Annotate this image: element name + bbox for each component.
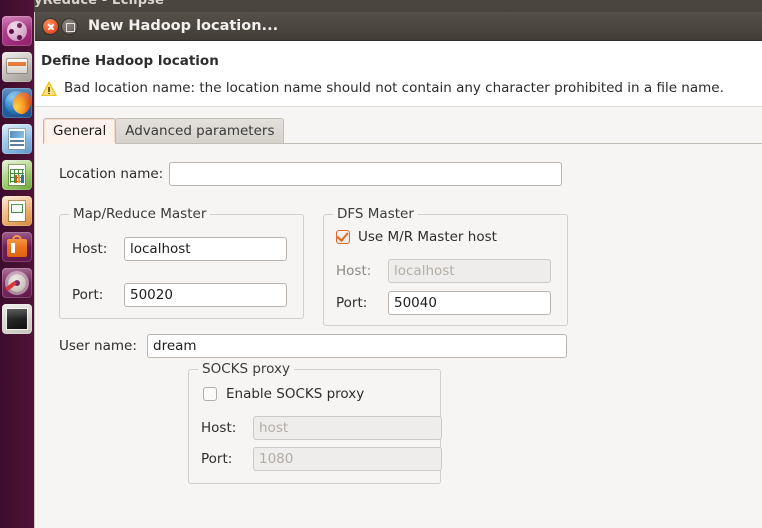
screen: yReduce - Eclipse New Hadoop location...… (0, 0, 762, 528)
page-title: Define Hadoop location (41, 53, 219, 69)
user-name-label: User name: (59, 338, 137, 354)
enable-socks-proxy-label: Enable SOCKS proxy (226, 386, 365, 402)
launcher-item-dash[interactable] (2, 16, 32, 46)
socks-host-input (253, 416, 442, 440)
user-name-row: User name: (59, 334, 567, 358)
eclipse-window-title: yReduce - Eclipse (34, 0, 164, 8)
dfs-port-input[interactable] (388, 291, 551, 315)
mr-port-label: Port: (72, 287, 104, 303)
validation-message-row: Bad location name: the location name sho… (41, 80, 762, 96)
socks-proxy-group: SOCKS proxy Enable SOCKS proxy Host: Por… (188, 361, 442, 484)
new-hadoop-location-dialog: New Hadoop location... Define Hadoop loc… (34, 12, 762, 528)
use-mr-master-host-checkbox[interactable] (336, 230, 350, 244)
user-name-input[interactable] (147, 334, 567, 358)
dialog-titlebar[interactable]: New Hadoop location... (35, 12, 762, 41)
mr-host-input[interactable] (124, 237, 287, 261)
location-name-label: Location name: (59, 166, 164, 182)
mr-port-row: Port: (72, 283, 287, 307)
launcher-item-impress[interactable] (2, 196, 32, 226)
use-mr-master-host-row[interactable]: Use M/R Master host (336, 229, 497, 245)
launcher-item-software[interactable] (2, 232, 32, 262)
launcher-item-settings[interactable] (2, 268, 32, 298)
dfs-host-input (388, 259, 551, 283)
launcher-item-firefox[interactable] (2, 88, 32, 118)
launcher-item-calc[interactable] (2, 160, 32, 190)
dfs-master-group: DFS Master Use M/R Master host Host: Por… (323, 206, 568, 326)
socks-host-row: Host: (201, 416, 442, 440)
tab-advanced-parameters[interactable]: Advanced parameters (115, 118, 285, 143)
eclipse-window-titlebar[interactable]: yReduce - Eclipse (0, 0, 762, 12)
dfs-host-label: Host: (336, 263, 372, 279)
location-name-row: Location name: (59, 162, 762, 186)
terminal-icon (6, 308, 28, 330)
unity-launcher[interactable] (0, 0, 34, 528)
mapreduce-master-group: Map/Reduce Master Host: Port: (59, 206, 304, 319)
socks-proxy-legend: SOCKS proxy (198, 361, 294, 377)
use-mr-master-host-label: Use M/R Master host (358, 229, 497, 245)
enable-socks-proxy-row[interactable]: Enable SOCKS proxy (203, 386, 365, 402)
dfs-host-row: Host: (336, 259, 551, 283)
socks-port-row: Port: (201, 447, 442, 471)
files-icon (6, 58, 28, 74)
dialog-body: Define Hadoop location Bad location name… (35, 41, 762, 528)
dialog-header: Define Hadoop location Bad location name… (35, 41, 762, 107)
close-icon[interactable] (43, 19, 58, 34)
socks-host-label: Host: (201, 420, 237, 436)
socks-port-input (253, 447, 442, 471)
tab-bar: General Advanced parameters (43, 116, 762, 144)
launcher-item-writer[interactable] (2, 124, 32, 154)
validation-message: Bad location name: the location name sho… (64, 80, 724, 96)
dialog-title: New Hadoop location... (88, 18, 279, 34)
dfs-port-label: Port: (336, 295, 368, 311)
tab-general[interactable]: General (43, 118, 117, 144)
warning-icon (41, 80, 57, 96)
maximize-icon[interactable] (62, 19, 77, 34)
mr-host-label: Host: (72, 241, 108, 257)
launcher-item-files[interactable] (2, 52, 32, 82)
dfs-master-legend: DFS Master (333, 206, 418, 222)
mr-host-row: Host: (72, 237, 287, 261)
enable-socks-proxy-checkbox[interactable] (203, 387, 217, 401)
socks-port-label: Port: (201, 451, 233, 467)
mapreduce-master-legend: Map/Reduce Master (69, 206, 211, 222)
mr-port-input[interactable] (124, 283, 287, 307)
location-name-input[interactable] (169, 162, 562, 186)
dfs-port-row: Port: (336, 291, 551, 315)
general-tab-panel: Location name: Map/Reduce Master Host: P… (43, 143, 762, 513)
launcher-item-terminal[interactable] (2, 304, 32, 334)
